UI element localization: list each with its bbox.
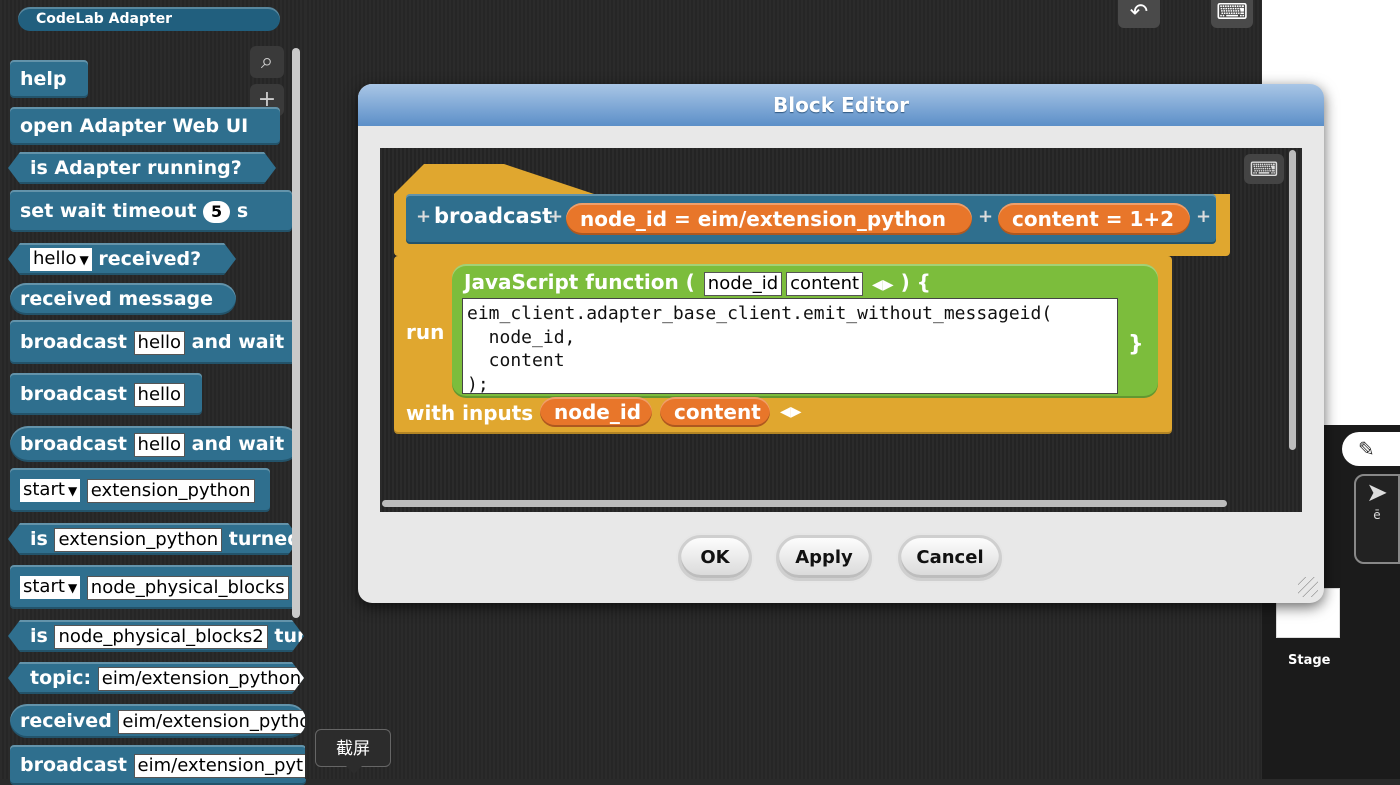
search-icon[interactable]: ⌕ bbox=[250, 46, 284, 78]
keyboard-icon[interactable]: ⌨ bbox=[1244, 154, 1284, 184]
cancel-button[interactable]: Cancel bbox=[898, 535, 1002, 581]
js-param-input[interactable]: node_id bbox=[703, 271, 783, 296]
block-label: is bbox=[30, 625, 48, 647]
action-dropdown[interactable]: start ▼ bbox=[20, 479, 81, 502]
topic-input[interactable]: eim/extension_pyt bbox=[133, 753, 306, 778]
block-label: broadcast bbox=[20, 433, 127, 455]
block-set-wait-timeout[interactable]: set wait timeout 5 s bbox=[10, 190, 292, 232]
js-brace: } bbox=[1128, 332, 1144, 357]
block-help[interactable]: help bbox=[10, 60, 88, 98]
block-label: and wait bbox=[191, 331, 285, 353]
stage-label: Stage bbox=[1288, 653, 1331, 668]
block-start-node[interactable]: start ▼ node_physical_blocks bbox=[10, 565, 300, 609]
extension-input[interactable]: extension_python bbox=[86, 478, 255, 503]
block-broadcast-and-wait[interactable]: broadcast hello and wait bbox=[10, 320, 300, 364]
undo-icon[interactable]: ↶ bbox=[1118, 0, 1160, 28]
arrows-icon[interactable]: ◀▶ bbox=[780, 404, 802, 420]
resize-handle-icon[interactable] bbox=[1298, 577, 1318, 597]
paint-brush-icon[interactable]: ✎ bbox=[1342, 432, 1400, 466]
block-editor-dialog: Block Editor ⌨ + broadcast + node_id = e… bbox=[358, 84, 1324, 603]
input-node-id[interactable]: node_id bbox=[540, 397, 652, 427]
horizontal-scrollbar[interactable] bbox=[382, 500, 1227, 507]
js-param-input[interactable]: content bbox=[786, 271, 864, 296]
block-label: and wait bbox=[191, 433, 285, 455]
node-input[interactable]: node_physical_blocks2 bbox=[54, 625, 267, 649]
block-label: received bbox=[20, 710, 112, 732]
message-dropdown[interactable]: hello ▼ bbox=[30, 248, 92, 271]
sprite-label: ē bbox=[1373, 508, 1381, 522]
block-label: topic: bbox=[30, 667, 92, 689]
block-received-predicate[interactable]: hello ▼ received? bbox=[8, 243, 236, 275]
block-palette: CodeLab Adapter ⌕ + help open Adapter We… bbox=[0, 0, 306, 785]
screenshot-tooltip: 截屏 bbox=[315, 729, 391, 774]
run-block[interactable]: run JavaScript function ( node_id content… bbox=[394, 256, 1172, 434]
block-label: broadcast bbox=[20, 383, 127, 405]
category-label[interactable]: CodeLab Adapter bbox=[18, 7, 280, 31]
block-is-adapter-running[interactable]: is Adapter running? bbox=[8, 152, 276, 184]
arrow-icon: ➤ bbox=[1366, 478, 1388, 508]
block-label: broadcast bbox=[20, 331, 127, 353]
keyboard-icon[interactable]: ⌨ bbox=[1211, 0, 1253, 28]
run-label: run bbox=[406, 320, 445, 344]
extension-input[interactable]: extension_python bbox=[54, 528, 222, 552]
add-input-icon[interactable]: + bbox=[548, 206, 563, 227]
block-start-extension[interactable]: start ▼ extension_python bbox=[10, 468, 270, 512]
ok-button[interactable]: OK bbox=[678, 535, 752, 581]
node-input[interactable]: node_physical_blocks bbox=[86, 575, 289, 600]
block-topic[interactable]: topic: eim/extension_python bbox=[8, 662, 304, 694]
param-node-id[interactable]: node_id = eim/extension_python bbox=[566, 203, 972, 235]
js-function-close: ) { bbox=[900, 270, 931, 294]
prototype-label: broadcast bbox=[434, 204, 553, 228]
topic-input[interactable]: eim/extension_pytho bbox=[118, 709, 306, 734]
vertical-scrollbar[interactable] bbox=[1289, 150, 1296, 450]
js-function-label: JavaScript function ( bbox=[464, 270, 695, 294]
with-inputs-label: with inputs bbox=[406, 401, 534, 425]
block-open-web-ui[interactable]: open Adapter Web UI bbox=[10, 107, 280, 145]
block-label: received? bbox=[98, 248, 202, 270]
action-dropdown[interactable]: start ▼ bbox=[20, 576, 81, 599]
javascript-function-block[interactable]: JavaScript function ( node_id content ◀▶ … bbox=[452, 264, 1158, 398]
input-content[interactable]: content bbox=[660, 397, 770, 427]
block-label: turned bbox=[228, 528, 300, 550]
block-is-node-turned-on[interactable]: is node_physical_blocks2 tur bbox=[8, 620, 304, 652]
dialog-title[interactable]: Block Editor bbox=[358, 84, 1324, 126]
block-is-turned-on[interactable]: is extension_python turned bbox=[8, 523, 300, 555]
apply-button[interactable]: Apply bbox=[776, 535, 872, 581]
block-label: set wait timeout bbox=[20, 200, 197, 222]
block-prototype[interactable]: + broadcast + node_id = eim/extension_py… bbox=[406, 194, 1216, 244]
message-input[interactable]: hello bbox=[133, 330, 186, 355]
add-input-icon[interactable]: + bbox=[416, 206, 431, 227]
block-broadcast[interactable]: broadcast hello bbox=[10, 373, 202, 415]
js-code-input[interactable]: eim_client.adapter_base_client.emit_with… bbox=[462, 298, 1118, 394]
palette-scrollbar[interactable] bbox=[292, 48, 300, 618]
block-label: broadcast bbox=[20, 754, 127, 776]
block-label: tur bbox=[274, 625, 304, 647]
add-input-icon[interactable]: + bbox=[978, 206, 993, 227]
block-broadcast-topic[interactable]: broadcast eim/extension_pyt bbox=[10, 745, 306, 785]
param-content[interactable]: content = 1+2 bbox=[998, 203, 1190, 235]
block-received-message[interactable]: received message bbox=[10, 283, 236, 315]
block-label: is bbox=[30, 528, 48, 550]
js-function-header: JavaScript function ( node_id content ◀▶ … bbox=[464, 270, 931, 296]
message-input[interactable]: hello bbox=[133, 382, 186, 407]
block-broadcast-and-wait-reporter[interactable]: broadcast hello and wait bbox=[10, 426, 300, 462]
timeout-input[interactable]: 5 bbox=[203, 200, 231, 223]
block-label: s bbox=[236, 200, 249, 222]
add-input-icon[interactable]: + bbox=[1196, 206, 1211, 227]
sprite-thumbnail[interactable]: ➤ ē bbox=[1354, 474, 1400, 564]
block-definition-editor[interactable]: ⌨ + broadcast + node_id = eim/extension_… bbox=[380, 148, 1302, 512]
topic-input[interactable]: eim/extension_python bbox=[98, 667, 304, 691]
block-received-topic[interactable]: received eim/extension_pytho bbox=[10, 704, 306, 738]
message-input[interactable]: hello bbox=[133, 432, 186, 457]
arrows-icon[interactable]: ◀▶ bbox=[872, 277, 894, 293]
